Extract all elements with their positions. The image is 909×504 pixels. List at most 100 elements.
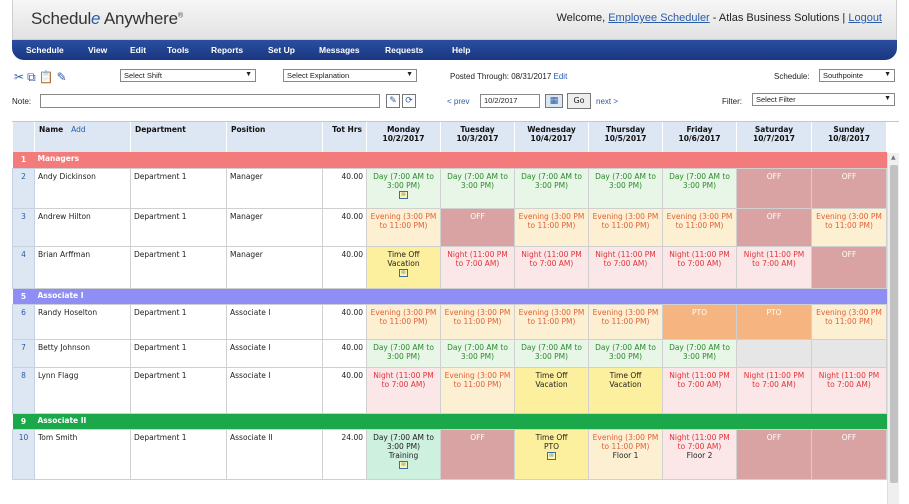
shift-cell[interactable]: Day (7:00 AM to 3:00 PM) <box>514 338 589 368</box>
header-day-mon[interactable]: Monday 10/2/2017 <box>366 122 441 152</box>
header-tot-hrs[interactable]: Tot Hrs <box>322 122 367 152</box>
user-link[interactable]: Employee Scheduler <box>608 12 710 24</box>
shift-cell[interactable]: Day (7:00 AM to 3:00 PM) <box>662 338 737 368</box>
employee-name[interactable]: Betty Johnson <box>34 338 131 368</box>
shift-cell[interactable]: Day (7:00 AM to 3:00 PM) Training ✉ <box>366 428 441 480</box>
group-row[interactable]: 9 Associate II <box>12 413 887 429</box>
scrollbar-thumb[interactable] <box>890 165 898 483</box>
shift-cell[interactable]: PTO <box>662 303 737 340</box>
scroll-up-icon[interactable]: ▲ <box>891 154 896 161</box>
employee-row[interactable]: 3 Andrew Hilton Department 1 Manager 40.00 Ev… <box>12 207 887 247</box>
shift-cell[interactable]: Night (11:00 PM to 7:00 AM) Floor 2 <box>662 428 737 480</box>
note-refresh-icon[interactable]: ⟳ <box>402 94 416 108</box>
shift-cell[interactable]: Night (11:00 PM to 7:00 AM) <box>440 245 515 289</box>
shift-cell[interactable]: OFF <box>736 207 812 247</box>
copy-icon[interactable]: ⧉ <box>27 70 39 84</box>
employee-name[interactable]: Tom Smith <box>34 428 131 480</box>
shift-cell[interactable]: OFF <box>736 167 812 209</box>
header-position[interactable]: Position <box>226 122 323 152</box>
employee-row[interactable]: 2 Andy Dickinson Department 1 Manager 40.00 D… <box>12 167 887 209</box>
shift-cell[interactable]: Day (7:00 AM to 3:00 PM) <box>366 338 441 368</box>
shift-cell[interactable]: Day (7:00 AM to 3:00 PM) <box>662 167 737 209</box>
shift-cell[interactable]: Evening (3:00 PM to 11:00 PM) <box>588 303 663 340</box>
shift-cell[interactable]: Evening (3:00 PM to 11:00 PM) <box>662 207 737 247</box>
shift-cell[interactable]: OFF <box>440 428 515 480</box>
shift-cell[interactable]: Day (7:00 AM to 3:00 PM) <box>588 167 663 209</box>
header-day-wed[interactable]: Wednesday 10/4/2017 <box>514 122 589 152</box>
shift-cell[interactable]: Night (11:00 PM to 7:00 AM) <box>736 245 812 289</box>
header-day-thu[interactable]: Thursday 10/5/2017 <box>588 122 663 152</box>
group-row[interactable]: 1 Managers <box>12 152 887 168</box>
note-input[interactable] <box>40 94 380 108</box>
shift-cell[interactable]: Night (11:00 PM to 7:00 AM) <box>736 366 812 414</box>
add-employee-link[interactable]: Add <box>71 125 86 134</box>
select-explanation-dropdown[interactable]: Select Explanation ▼ <box>283 69 417 82</box>
header-day-tue[interactable]: Tuesday 10/3/2017 <box>440 122 515 152</box>
employee-name[interactable]: Lynn Flagg <box>34 366 131 414</box>
shift-cell[interactable]: Day (7:00 AM to 3:00 PM) <box>440 167 515 209</box>
next-link[interactable]: next > <box>596 97 618 106</box>
shift-cell[interactable]: Evening (3:00 PM to 11:00 PM) <box>514 207 589 247</box>
menu-view[interactable]: View <box>88 45 107 55</box>
select-shift-dropdown[interactable]: Select Shift ▼ <box>120 69 256 82</box>
shift-cell[interactable]: Day (7:00 AM to 3:00 PM) <box>588 338 663 368</box>
header-name[interactable]: Name Add <box>34 122 131 152</box>
menu-reports[interactable]: Reports <box>211 45 243 55</box>
header-day-sat[interactable]: Saturday 10/7/2017 <box>736 122 812 152</box>
shift-cell[interactable] <box>811 338 887 368</box>
shift-cell[interactable]: Evening (3:00 PM to 11:00 PM) <box>514 303 589 340</box>
cut-icon[interactable]: ✂ <box>14 70 27 84</box>
employee-name[interactable]: Brian Arffman <box>34 245 131 289</box>
note-icon[interactable]: ✉ <box>547 451 556 460</box>
shift-cell[interactable]: Time Off Vacation ✉ <box>366 245 441 289</box>
note-icon[interactable]: ✉ <box>399 460 408 469</box>
shift-cell[interactable]: Evening (3:00 PM to 11:00 PM) <box>811 207 887 247</box>
employee-row[interactable]: 4 Brian Arffman Department 1 Manager 40.00 Ti… <box>12 245 887 289</box>
shift-cell[interactable]: OFF <box>811 167 887 209</box>
employee-row[interactable]: 7 Betty Johnson Department 1 Associate I 40.… <box>12 338 887 368</box>
shift-cell[interactable] <box>736 338 812 368</box>
header-day-fri[interactable]: Friday 10/6/2017 <box>662 122 737 152</box>
shift-cell[interactable]: Evening (3:00 PM to 11:00 PM) <box>440 303 515 340</box>
paste-icon[interactable]: 📋 <box>39 70 57 84</box>
shift-cell[interactable]: Time Off PTO ✉ <box>514 428 589 480</box>
shift-cell[interactable]: Time Off Vacation <box>514 366 589 414</box>
shift-cell[interactable]: Night (11:00 PM to 7:00 AM) <box>514 245 589 289</box>
shift-cell[interactable]: Night (11:00 PM to 7:00 AM) <box>366 366 441 414</box>
menu-help[interactable]: Help <box>452 45 470 55</box>
shift-cell[interactable]: Night (11:00 PM to 7:00 AM) <box>662 366 737 414</box>
employee-name[interactable]: Randy Hoselton <box>34 303 131 340</box>
date-input[interactable]: 10/2/2017 <box>480 94 540 108</box>
eraser-icon[interactable]: ✎ <box>57 70 70 84</box>
employee-name[interactable]: Andrew Hilton <box>34 207 131 247</box>
filter-dropdown[interactable]: Select Filter ▼ <box>752 93 895 106</box>
prev-link[interactable]: < prev <box>447 97 469 106</box>
shift-cell[interactable]: Night (11:00 PM to 7:00 AM) <box>588 245 663 289</box>
shift-cell[interactable]: Day (7:00 AM to 3:00 PM) <box>440 338 515 368</box>
header-day-sun[interactable]: Sunday 10/8/2017 <box>811 122 887 152</box>
shift-cell[interactable]: Night (11:00 PM to 7:00 AM) <box>662 245 737 289</box>
shift-cell[interactable]: Evening (3:00 PM to 11:00 PM) Floor 1 <box>588 428 663 480</box>
shift-cell[interactable]: Evening (3:00 PM to 11:00 PM) <box>811 303 887 340</box>
shift-cell[interactable]: Time Off Vacation <box>588 366 663 414</box>
posted-edit-link[interactable]: Edit <box>554 72 568 81</box>
employee-name[interactable]: Andy Dickinson <box>34 167 131 209</box>
shift-cell[interactable]: Day (7:00 AM to 3:00 PM) ✉ <box>366 167 441 209</box>
shift-cell[interactable]: OFF <box>811 245 887 289</box>
menu-edit[interactable]: Edit <box>130 45 146 55</box>
shift-cell[interactable]: OFF <box>440 207 515 247</box>
employee-row[interactable]: 6 Randy Hoselton Department 1 Associate I 40… <box>12 303 887 340</box>
menu-messages[interactable]: Messages <box>319 45 360 55</box>
header-department[interactable]: Department <box>130 122 227 152</box>
shift-cell[interactable]: Evening (3:00 PM to 11:00 PM) <box>588 207 663 247</box>
shift-cell[interactable]: OFF <box>811 428 887 480</box>
calendar-icon[interactable]: ▦ <box>545 94 563 108</box>
logout-link[interactable]: Logout <box>848 12 882 24</box>
shift-cell[interactable]: OFF <box>736 428 812 480</box>
vertical-scrollbar[interactable]: ▲ <box>887 153 899 504</box>
shift-cell[interactable]: Evening (3:00 PM to 11:00 PM) <box>366 303 441 340</box>
employee-row[interactable]: 10 Tom Smith Department 1 Associate II 24.00… <box>12 428 887 480</box>
note-edit-icon[interactable]: ✎ <box>386 94 400 108</box>
menu-schedule[interactable]: Schedule <box>26 45 64 55</box>
menu-setup[interactable]: Set Up <box>268 45 295 55</box>
